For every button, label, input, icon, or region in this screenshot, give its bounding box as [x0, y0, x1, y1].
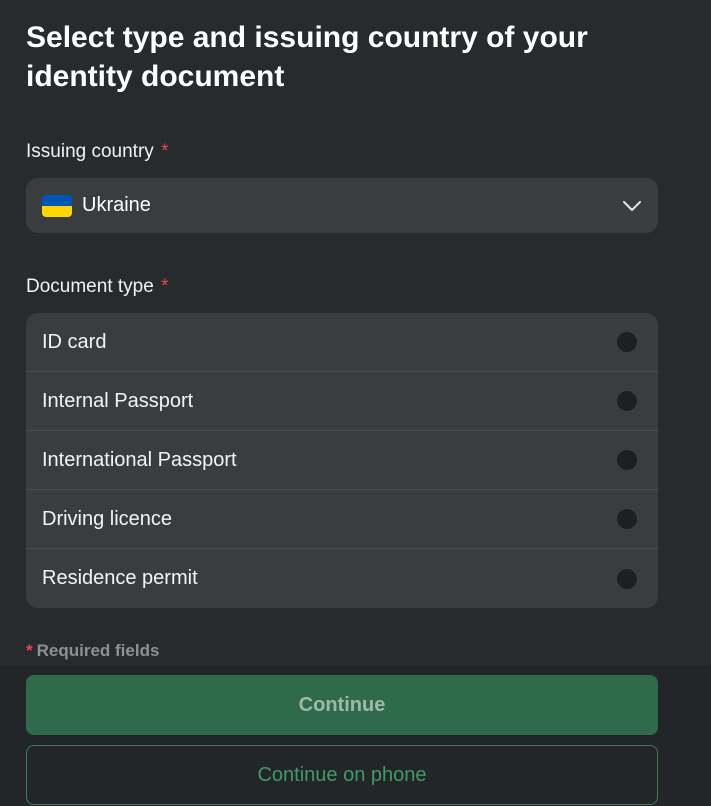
required-fields-note: * Required fields [26, 641, 159, 661]
page-title: Select type and issuing country of your … [26, 21, 588, 93]
document-type-list: ID card Internal Passport International … [26, 313, 658, 608]
document-type-label-text: Document type [26, 276, 154, 297]
flag-bottom-stripe [42, 205, 72, 217]
required-asterisk: * [161, 276, 169, 297]
required-asterisk: * [26, 641, 33, 660]
ukraine-flag-icon [42, 194, 72, 217]
document-selection-page: Select type and issuing country of your … [0, 0, 711, 806]
document-option-label: Residence permit [42, 567, 198, 589]
document-option-residence-permit[interactable]: Residence permit [26, 549, 658, 608]
document-option-internal-passport[interactable]: Internal Passport [26, 372, 658, 431]
required-fields-text: Required fields [36, 641, 160, 660]
issuing-country-select[interactable]: Ukraine [26, 178, 658, 233]
selected-country: Ukraine [82, 194, 151, 216]
document-option-label: Internal Passport [42, 389, 194, 412]
radio-unchecked-icon[interactable] [616, 449, 638, 471]
issuing-country-label-text: Issuing country [26, 141, 154, 162]
document-type-label: Document type * [26, 276, 168, 298]
chevron-down-icon[interactable] [622, 196, 642, 216]
radio-unchecked-icon[interactable] [616, 331, 638, 353]
issuing-country-label: Issuing country * [26, 141, 168, 163]
radio-unchecked-icon[interactable] [616, 390, 638, 412]
document-option-id-card[interactable]: ID card [26, 313, 658, 372]
document-option-label: Driving licence [42, 507, 173, 530]
required-asterisk: * [161, 141, 169, 162]
document-option-international-passport[interactable]: International Passport [26, 431, 658, 490]
document-option-driving-licence[interactable]: Driving licence [26, 490, 658, 549]
continue-button[interactable]: Continue [26, 675, 658, 735]
continue-on-phone-button[interactable]: Continue on phone [26, 745, 658, 805]
flag-top-stripe [42, 194, 72, 206]
radio-unchecked-icon[interactable] [616, 567, 638, 590]
radio-unchecked-icon[interactable] [616, 508, 638, 530]
document-option-label: ID card [42, 330, 107, 353]
document-option-label: International Passport [42, 448, 237, 471]
